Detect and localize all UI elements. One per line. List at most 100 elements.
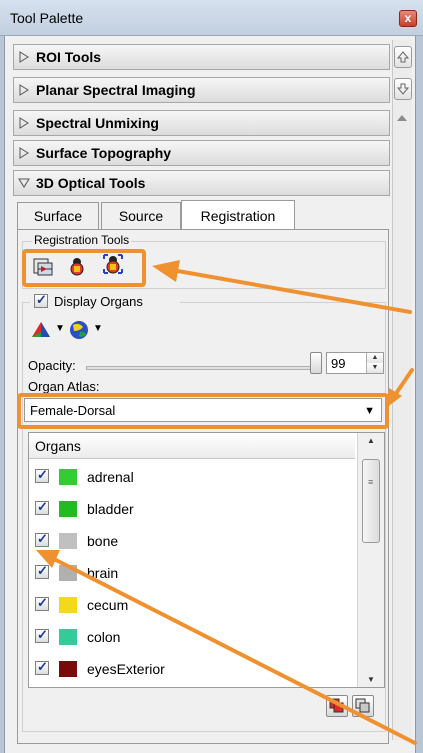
organ-color-swatch [59,661,77,677]
section-spectral-unmixing[interactable]: Spectral Unmixing [13,110,390,136]
organ-color-swatch [59,565,77,581]
expand-arrow-icon [19,117,29,129]
checkmark-icon: ✓ [36,292,47,307]
stack-gray-icon [355,698,370,713]
collapse-arrow-icon [18,178,30,188]
up-arrow-icon [396,51,410,63]
organ-row-bone[interactable]: ✓ bone [29,525,355,557]
scroll-down-icon[interactable]: ▼ [367,675,375,684]
checkmark-icon: ✓ [37,659,48,674]
title-bar[interactable]: Tool Palette x [0,0,423,36]
checkmark-icon: ✓ [37,499,48,514]
expand-arrow-icon [19,84,29,96]
organ-color-swatch [59,501,77,517]
opacity-spinbox[interactable]: 99 ▲ ▼ [326,352,384,374]
section-label: Planar Spectral Imaging [36,82,196,98]
display-organs-label: Display Organs [54,294,143,309]
organ-list-scrollbar[interactable]: ▲ ≡ ▼ [357,433,384,687]
organ-name: eyesExterior [87,661,165,677]
checkmark-icon: ✓ [37,595,48,610]
checkmark-icon: ✓ [37,627,48,642]
down-arrow-icon [396,83,410,95]
palette-scrollbar[interactable] [392,40,412,740]
tab-label: Source [118,208,164,224]
organ-name: cecum [87,597,129,613]
section-3d-optical-tools[interactable]: 3D Optical Tools [13,170,390,196]
grip-icon: ≡ [368,477,374,487]
organ-row-brain[interactable]: ✓ brain [29,557,355,589]
tab-label: Surface [33,208,83,224]
spin-up-icon[interactable]: ▲ [367,353,383,363]
opacity-slider-track[interactable] [86,366,316,370]
section-surface-topography[interactable]: Surface Topography [13,140,390,166]
organ-row-adrenal[interactable]: ✓ adrenal [29,461,355,493]
section-label: 3D Optical Tools [36,175,146,191]
deselect-all-organs-button[interactable] [352,695,374,717]
select-all-organs-button[interactable] [326,695,348,717]
organ-checkbox[interactable]: ✓ [35,467,49,483]
organ-name: adrenal [87,469,134,485]
opacity-spin-buttons[interactable]: ▲ ▼ [366,353,383,373]
tab-source[interactable]: Source [101,202,181,230]
spin-down-icon[interactable]: ▼ [367,363,383,373]
organ-checkbox[interactable]: ✓ [35,563,49,579]
scroll-up-arrow-icon[interactable] [396,113,408,123]
organ-name: brain [87,565,119,581]
organ-color-swatch [59,533,77,549]
tab-label: Registration [200,208,276,224]
section-planar-spectral-imaging[interactable]: Planar Spectral Imaging [13,77,390,103]
organ-color-swatch [59,597,77,613]
expand-arrow-icon [19,51,29,63]
scroll-up-button[interactable] [394,46,412,68]
opacity-value: 99 [331,356,346,371]
close-button[interactable]: x [399,10,417,27]
section-label: Spectral Unmixing [36,115,159,131]
window-title: Tool Palette [10,10,84,26]
cone-shape-dropdown-caret[interactable]: ▼ [55,323,65,334]
section-roi-tools[interactable]: ROI Tools [13,44,390,70]
organ-color-swatch [59,469,77,485]
organ-list[interactable]: Organs ✓ adrenal ✓ bladder ✓ bone ✓ brai… [28,432,385,688]
close-icon: x [404,11,412,25]
opacity-label: Opacity: [28,358,76,373]
organ-checkbox[interactable]: ✓ [35,531,49,547]
tool-palette-window: Tool Palette x ROI Tools Planar Spectral… [0,0,423,753]
checkmark-icon: ✓ [37,467,48,482]
organ-list-scroll-thumb[interactable] [362,459,380,543]
registration-tools-label: Registration Tools [32,233,132,247]
organ-checkbox[interactable]: ✓ [35,659,49,675]
scroll-down-button[interactable] [394,78,412,100]
organ-list-header[interactable]: Organs [29,433,355,459]
organ-row-colon[interactable]: ✓ colon [29,621,355,653]
organ-checkbox[interactable]: ✓ [35,499,49,515]
display-organs-header: ✓ Display Organs [30,292,180,311]
checkmark-icon: ✓ [37,531,48,546]
registration-tools-callout-box [22,249,146,287]
tab-registration[interactable]: Registration [181,200,295,230]
organ-color-swatch [59,629,77,645]
sphere-globe-icon[interactable] [68,319,90,341]
organ-row-eyesexterior[interactable]: ✓ eyesExterior [29,653,355,685]
organ-checkbox[interactable]: ✓ [35,627,49,643]
organ-checkbox[interactable]: ✓ [35,595,49,611]
cone-shape-icon[interactable] [30,320,52,340]
tab-surface[interactable]: Surface [17,202,99,230]
organ-name: colon [87,629,121,645]
section-label: Surface Topography [36,145,172,161]
display-organs-checkbox[interactable]: ✓ [34,292,48,308]
organ-atlas-callout-box [17,393,389,429]
organ-name: bone [87,533,119,549]
stack-red-icon [329,698,344,713]
organ-row-bladder[interactable]: ✓ bladder [29,493,355,525]
section-label: ROI Tools [36,49,102,65]
organ-row-cecum[interactable]: ✓ cecum [29,589,355,621]
organ-list-header-label: Organs [35,438,81,454]
opacity-slider-thumb[interactable] [310,352,322,374]
checkmark-icon: ✓ [37,563,48,578]
organ-name: bladder [87,501,134,517]
tab-bar: Surface Source Registration [17,200,389,230]
scroll-up-icon[interactable]: ▲ [367,436,375,445]
organ-atlas-label: Organ Atlas: [28,379,100,394]
sphere-dropdown-caret[interactable]: ▼ [93,323,103,334]
expand-arrow-icon [19,147,29,159]
